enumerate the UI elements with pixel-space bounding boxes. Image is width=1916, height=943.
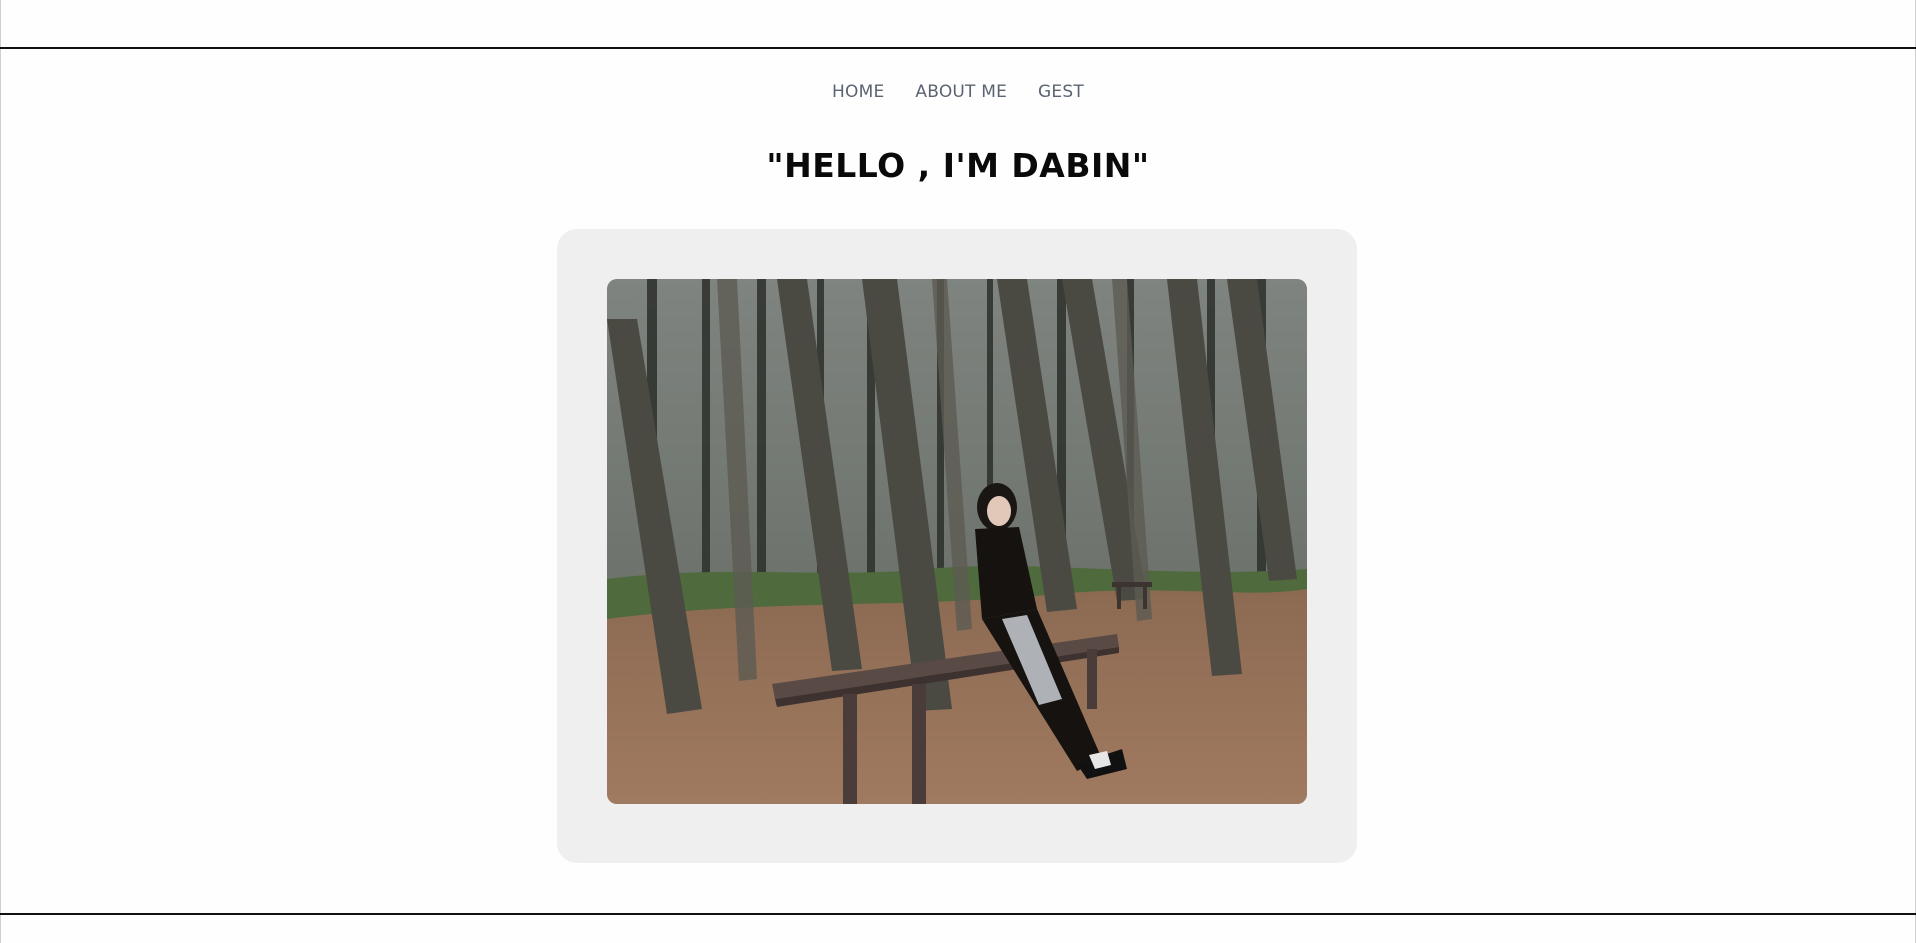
footer-divider	[0, 913, 1916, 915]
page-title: "HELLO , I'M DABIN"	[766, 146, 1150, 185]
profile-photo	[607, 279, 1307, 804]
nav-home-link[interactable]: HOME	[832, 82, 884, 102]
page: HOME ABOUT ME GEST "HELLO , I'M DABIN"	[0, 0, 1916, 943]
nav-about-me-link[interactable]: ABOUT ME	[915, 82, 1007, 102]
photo-card	[557, 229, 1357, 863]
window-edge-left	[0, 0, 1, 943]
main-nav: HOME ABOUT ME GEST	[0, 82, 1916, 102]
header-divider	[0, 47, 1916, 49]
nav-gest-link[interactable]: GEST	[1038, 82, 1084, 102]
